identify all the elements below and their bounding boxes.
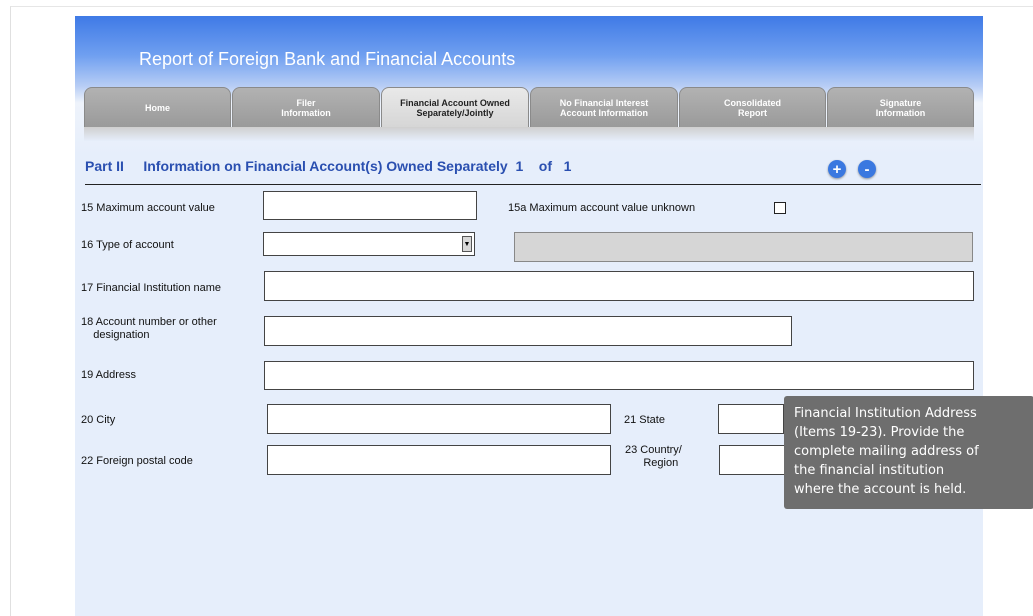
institution-name-input[interactable] (264, 271, 974, 301)
fbar-form: Report of Foreign Bank and Financial Acc… (75, 16, 983, 616)
tab-home[interactable]: Home (84, 87, 231, 127)
max-value-input[interactable] (263, 191, 477, 220)
account-number-label: 18 Account number or other designation (81, 316, 217, 341)
postal-code-input[interactable] (267, 445, 611, 475)
max-unknown-checkbox[interactable] (774, 202, 786, 214)
state-label: 21 State (624, 414, 665, 426)
form-title: Report of Foreign Bank and Financial Acc… (139, 49, 516, 69)
country-label: 23 Country/ Region (625, 444, 682, 469)
account-type-select[interactable]: ▼ (263, 232, 475, 256)
address-help-tooltip: Financial Institution Address (Items 19-… (784, 396, 1033, 509)
account-type-label: 16 Type of account (81, 239, 174, 251)
tab-consolidated-report[interactable]: Consolidated Report (679, 87, 826, 127)
address-label: 19 Address (81, 369, 137, 381)
state-input[interactable] (718, 404, 784, 434)
postal-code-label: 22 Foreign postal code (81, 455, 193, 467)
remove-account-button[interactable]: - (858, 160, 876, 178)
account-type-other-field (514, 232, 973, 262)
tab-signature-information[interactable]: Signature Information (827, 87, 974, 127)
country-input[interactable] (719, 445, 785, 475)
tab-no-financial-interest[interactable]: No Financial Interest Account Informatio… (530, 87, 678, 127)
address-input[interactable] (264, 361, 974, 390)
tab-financial-account-owned[interactable]: Financial Account Owned Separately/Joint… (381, 87, 529, 127)
city-label: 20 City (81, 414, 116, 426)
tab-strip (84, 127, 974, 141)
add-account-button[interactable]: + (828, 160, 846, 178)
part-title: Part II Information on Financial Account… (85, 158, 572, 174)
institution-name-label: 17 Financial Institution name (81, 282, 222, 294)
chevron-down-icon[interactable]: ▼ (462, 236, 472, 252)
max-value-label: 15 Maximum account value (81, 202, 215, 214)
part-header: Part II Information on Financial Account… (85, 158, 981, 185)
city-input[interactable] (267, 404, 611, 434)
max-unknown-label: 15a Maximum account value unknown (508, 202, 696, 214)
tab-filer-information[interactable]: Filer Information (232, 87, 380, 127)
tab-bar: Home Filer Information Financial Account… (84, 87, 974, 127)
account-number-input[interactable] (264, 316, 792, 346)
